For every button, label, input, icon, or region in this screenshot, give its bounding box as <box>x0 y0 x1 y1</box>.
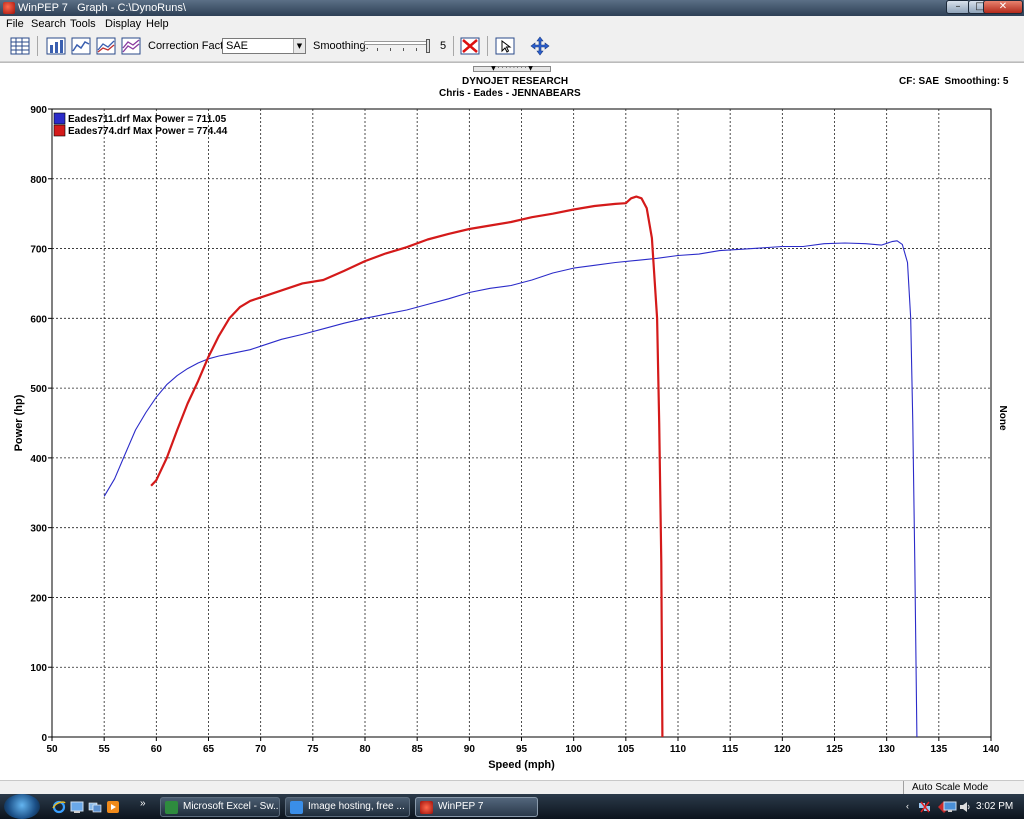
menu-tools[interactable]: Tools <box>70 16 96 32</box>
toolbar-separator <box>453 36 454 56</box>
pan-move-icon[interactable] <box>529 35 551 57</box>
minimize-button[interactable]: – <box>946 0 970 14</box>
close-button[interactable]: ✕ <box>983 0 1023 14</box>
chevron-down-icon: ▼ <box>293 39 305 53</box>
switch-windows-icon[interactable] <box>88 800 102 814</box>
slider-thumb[interactable] <box>426 39 430 53</box>
overlay-graph-icon[interactable] <box>120 35 142 57</box>
y-tick-label: 900 <box>30 105 47 116</box>
x-tick-label: 80 <box>359 744 371 755</box>
taskbar-item-label: Microsoft Excel - Sw... <box>183 801 280 812</box>
menu-search[interactable]: Search <box>31 16 66 32</box>
x-tick-label: 125 <box>826 744 843 755</box>
smoothing-slider[interactable] <box>364 39 434 55</box>
x-tick-label: 120 <box>774 744 791 755</box>
tray-clock[interactable]: 3:02 PM <box>976 794 1013 819</box>
title-bar: WinPEP 7 Graph - C:\DynoRuns\ – □ ✕ <box>0 0 1024 16</box>
toolbar: Correction Factor: SAE ▼ Smoothing: 5 <box>0 32 1024 62</box>
y-axis-label: Power (hp) <box>13 394 25 451</box>
x-tick-label: 55 <box>99 744 111 755</box>
x-tick-label: 95 <box>516 744 528 755</box>
media-player-icon[interactable] <box>106 800 120 814</box>
x-tick-label: 60 <box>151 744 163 755</box>
windows-taskbar: » Microsoft Excel - Sw... Image hosting,… <box>0 794 1024 819</box>
menu-file[interactable]: File <box>6 16 24 32</box>
internet-explorer-icon <box>290 801 303 814</box>
excel-icon <box>165 801 178 814</box>
legend-swatch <box>53 124 66 137</box>
tray-display-icon[interactable] <box>943 800 957 814</box>
x-tick-label: 115 <box>722 744 739 755</box>
slider-ticks <box>364 48 430 52</box>
winpep-app-icon <box>420 801 433 814</box>
taskbar-item-excel[interactable]: Microsoft Excel - Sw... <box>160 797 280 817</box>
y-tick-label: 600 <box>30 314 47 325</box>
taskbar-item-label: Image hosting, free ... <box>308 801 405 812</box>
x-tick-label: 65 <box>203 744 215 755</box>
legend-entry: Eades774.drf Max Power = 774.44 <box>68 126 228 137</box>
line-graph-icon[interactable] <box>70 35 92 57</box>
x-tick-label: 110 <box>670 744 687 755</box>
x-tick-label: 75 <box>307 744 319 755</box>
y-tick-label: 200 <box>30 593 47 604</box>
tray-network-icon[interactable] <box>918 800 932 814</box>
legend-entry: Eades711.drf Max Power = 711.05 <box>68 114 227 125</box>
x-tick-label: 85 <box>412 744 424 755</box>
window-title: WinPEP 7 Graph - C:\DynoRuns\ <box>18 2 186 14</box>
tray-speaker-icon[interactable] <box>958 800 972 814</box>
taskbar-item-winpep[interactable]: WinPEP 7 <box>415 797 538 817</box>
multi-line-graph-icon[interactable] <box>95 35 117 57</box>
correction-factor-value: SAE <box>226 40 249 52</box>
x-tick-label: 140 <box>983 744 1000 755</box>
x-tick-label: 90 <box>464 744 476 755</box>
smoothing-value: 5 <box>440 40 447 52</box>
x-tick-label: 100 <box>565 744 582 755</box>
x-tick-label: 135 <box>930 744 947 755</box>
winpep-window: WinPEP 7 Graph - C:\DynoRuns\ – □ ✕ File… <box>0 0 1024 819</box>
y-tick-label: 400 <box>30 454 47 465</box>
y-tick-label: 0 <box>41 733 47 744</box>
smoothing-label: Smoothing: <box>313 40 369 52</box>
right-axis-label: None <box>997 406 1008 431</box>
x-tick-label: 70 <box>255 744 267 755</box>
y-tick-label: 800 <box>30 175 47 186</box>
data-table-icon[interactable] <box>9 35 31 57</box>
x-tick-label: 130 <box>878 744 895 755</box>
internet-explorer-icon[interactable] <box>52 800 66 814</box>
clear-graph-icon[interactable] <box>459 35 481 57</box>
x-tick-label: 50 <box>46 744 58 755</box>
x-axis-label: Speed (mph) <box>488 759 555 771</box>
toolbar-separator <box>487 36 488 56</box>
taskbar-item-label: WinPEP 7 <box>438 801 484 812</box>
power-speed-chart[interactable]: 50 55 60 65 70 75 80 85 90 95 100 105 110 115 120 125 13… <box>0 63 1024 781</box>
scale-mode-status: Auto Scale Mode <box>903 781 1024 795</box>
show-desktop-icon[interactable] <box>70 800 84 814</box>
graph-panel: ▼ · · · · · · · · ▼ DYNOJET RESEARCH Chr… <box>0 62 1024 780</box>
toolbar-separator <box>37 36 38 56</box>
menu-display[interactable]: Display <box>105 16 141 32</box>
winpep-app-icon[interactable] <box>3 2 15 14</box>
y-tick-label: 500 <box>30 384 47 395</box>
y-tick-label: 100 <box>30 663 47 674</box>
y-tick-label: 700 <box>30 245 47 256</box>
status-bar: Auto Scale Mode <box>0 780 1024 795</box>
slider-track <box>364 41 430 45</box>
y-tick-label: 300 <box>30 524 47 535</box>
legend-swatch <box>53 112 66 125</box>
bar-graph-icon[interactable] <box>45 35 67 57</box>
start-button[interactable] <box>4 794 40 819</box>
menu-help[interactable]: Help <box>146 16 169 32</box>
quicklaunch-overflow-chevron-icon[interactable]: » <box>140 798 146 809</box>
menu-bar: File Search Tools Display Help <box>0 16 1024 32</box>
correction-factor-select[interactable]: SAE ▼ <box>222 38 306 54</box>
cursor-select-icon[interactable] <box>494 35 516 57</box>
tray-expand-chevron-icon[interactable]: ‹ <box>906 794 909 819</box>
x-tick-label: 105 <box>617 744 634 755</box>
taskbar-item-image-hosting[interactable]: Image hosting, free ... <box>285 797 410 817</box>
